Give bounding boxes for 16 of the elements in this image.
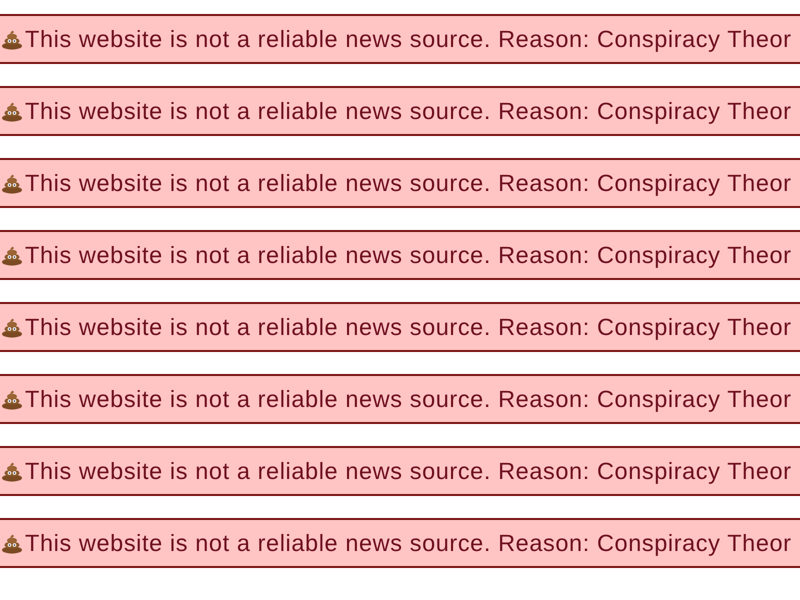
poop-icon bbox=[1, 460, 23, 482]
warning-text: This website is not a reliable news source. Reason: Conspiracy Theor bbox=[25, 98, 792, 124]
warning-text: This website is not a reliable news source. Reason: Conspiracy Theor bbox=[25, 530, 792, 556]
warning-text: This website is not a reliable news source. Reason: Conspiracy Theor bbox=[25, 26, 792, 52]
poop-icon bbox=[1, 28, 23, 50]
poop-icon bbox=[1, 316, 23, 338]
warning-text: This website is not a reliable news source. Reason: Conspiracy Theor bbox=[25, 314, 792, 340]
poop-icon bbox=[1, 388, 23, 410]
warning-text: This website is not a reliable news source. Reason: Conspiracy Theor bbox=[25, 170, 792, 196]
poop-icon bbox=[1, 244, 23, 266]
warning-text: This website is not a reliable news source. Reason: Conspiracy Theor bbox=[25, 458, 792, 484]
warning-text: This website is not a reliable news source. Reason: Conspiracy Theor bbox=[25, 242, 792, 268]
poop-icon bbox=[1, 532, 23, 554]
poop-icon bbox=[1, 100, 23, 122]
poop-icon bbox=[1, 172, 23, 194]
warning-text: This website is not a reliable news source. Reason: Conspiracy Theor bbox=[25, 386, 792, 412]
